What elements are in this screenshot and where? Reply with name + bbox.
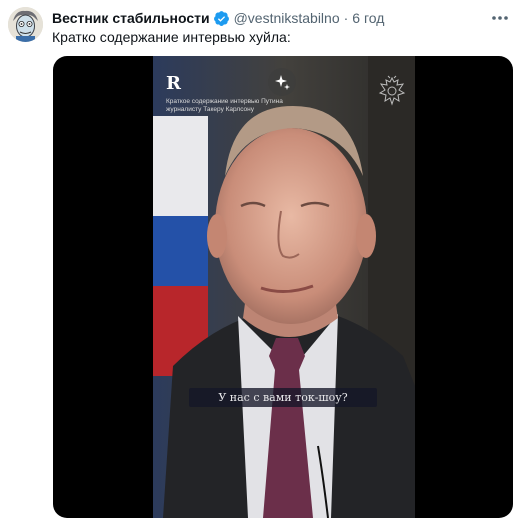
more-options-icon[interactable]	[489, 10, 511, 26]
video-frame[interactable]: R Краткое содержание интервью Путина жур…	[153, 56, 415, 518]
timestamp[interactable]: 6 год	[352, 10, 384, 26]
separator-dot: ·	[343, 10, 349, 26]
r-logo-icon: R	[166, 73, 182, 92]
ai-sparkle-button[interactable]	[268, 68, 296, 96]
avatar[interactable]	[8, 7, 43, 42]
video-player[interactable]: R Краткое содержание интервью Путина жур…	[53, 56, 513, 518]
video-subtitle: У нас с вами ток-шоу?	[189, 388, 377, 407]
tweet-text: Кратко содержание интервью хуйла:	[52, 29, 291, 45]
author-name[interactable]: Вестник стабильности	[52, 10, 210, 26]
tweet-header: Вестник стабильности @vestnikstabilno · …	[52, 8, 384, 28]
video-still	[153, 56, 415, 518]
verified-badge-icon	[213, 10, 229, 26]
svg-text:R: R	[166, 73, 182, 92]
video-overlay-title: Краткое содержание интервью Путина журна…	[166, 98, 283, 113]
coat-of-arms-icon	[378, 75, 406, 106]
sparkle-icon	[275, 75, 290, 90]
author-handle[interactable]: @vestnikstabilno	[234, 10, 340, 26]
